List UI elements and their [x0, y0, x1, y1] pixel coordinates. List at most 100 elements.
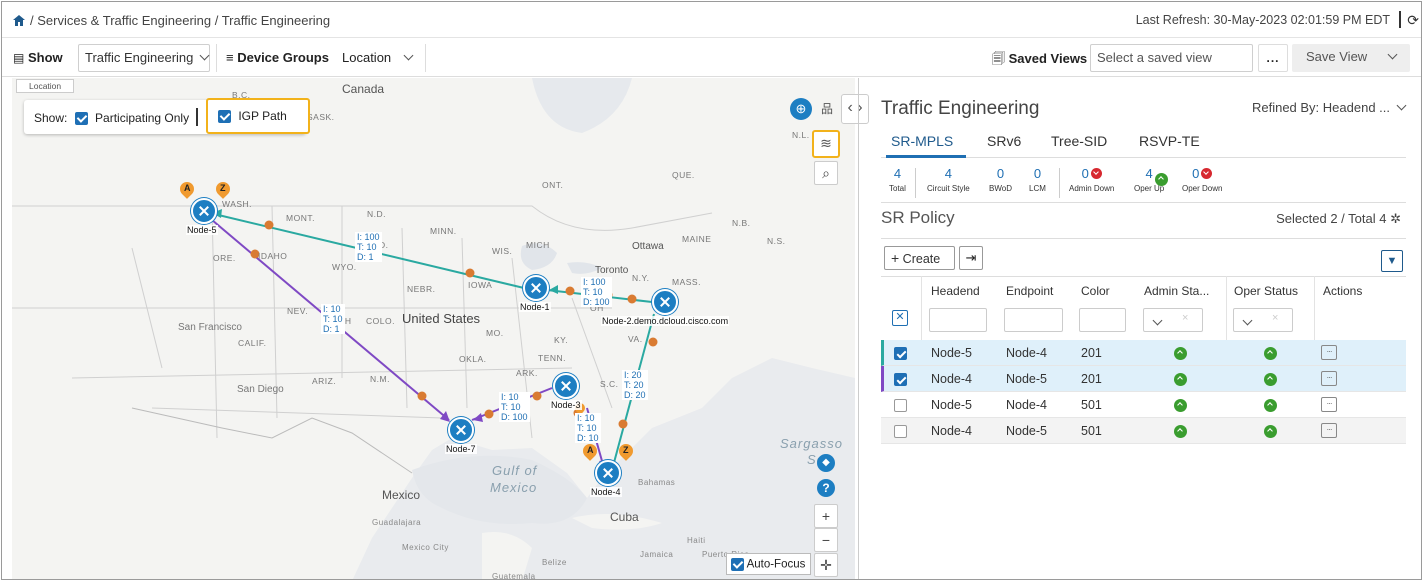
refresh-icon[interactable]: ⟳ — [1407, 12, 1419, 29]
link-metric: I: 100 T: 10 D: 100 — [581, 277, 612, 307]
search-icon[interactable]: ⌕ — [814, 161, 838, 185]
compass-icon[interactable]: ◆ — [817, 454, 835, 472]
clear-icon[interactable]: × — [1182, 312, 1188, 324]
column-header-color[interactable]: Color — [1081, 284, 1110, 298]
tab-sr-mpls[interactable]: SR-MPLS — [891, 133, 953, 149]
row-actions-button[interactable]: ··· — [1321, 397, 1337, 412]
map-layer-label[interactable]: Location — [16, 79, 75, 93]
map-label: NEBR. — [407, 284, 436, 294]
show-select[interactable]: Traffic Engineering — [78, 44, 210, 72]
router-node[interactable] — [448, 417, 474, 443]
link-marker — [648, 337, 658, 347]
globe-icon[interactable]: ⊕ — [790, 98, 812, 120]
column-header-oper-status[interactable]: Oper Status — [1234, 284, 1298, 298]
row-checkbox[interactable] — [894, 399, 907, 412]
stat-lcm[interactable]: 0 LCM — [1029, 166, 1046, 193]
column-divider — [921, 276, 922, 340]
create-button[interactable]: + Create — [884, 246, 955, 270]
export-button[interactable]: ⇥ — [959, 246, 983, 270]
node-label: Node-2.demo.dcloud.cisco.com — [601, 316, 730, 326]
router-node[interactable] — [553, 373, 579, 399]
link-marker — [532, 391, 542, 401]
row-checkbox[interactable] — [894, 373, 907, 386]
saved-view-select[interactable]: Select a saved view — [1090, 44, 1253, 72]
oper-status-filter-select[interactable]: × — [1233, 308, 1293, 332]
node-label: Node-4 — [590, 487, 622, 497]
device-groups-button[interactable]: ≡ Device Groups — [226, 50, 329, 65]
zoom-out-button[interactable]: − — [814, 528, 838, 552]
row-checkbox[interactable] — [894, 425, 907, 438]
igp-path-checkbox[interactable] — [218, 110, 231, 124]
select-all-icon[interactable]: ✕ — [892, 310, 908, 326]
row-actions-button[interactable]: ··· — [1321, 345, 1337, 360]
stat-value: 0 — [996, 166, 1005, 181]
help-icon[interactable]: ? — [817, 479, 835, 497]
save-view-button[interactable]: Save View — [1292, 44, 1410, 72]
admin-status-filter-select[interactable]: × — [1143, 308, 1203, 332]
location-value: Location — [342, 50, 392, 65]
breadcrumb: / Services & Traffic Engineering / Traff… — [30, 13, 331, 28]
stat-total[interactable]: 4 Total — [889, 166, 906, 193]
table-row[interactable]: Node-5 Node-4 501 ··· — [881, 392, 1406, 418]
oper-up-icon — [1264, 373, 1277, 386]
admin-up-icon — [1174, 425, 1187, 438]
zoom-in-button[interactable]: + — [814, 504, 838, 528]
arrow-up-icon — [1154, 173, 1168, 186]
divider — [196, 108, 198, 126]
home-icon[interactable] — [13, 15, 25, 26]
row-actions-button[interactable]: ··· — [1321, 371, 1337, 386]
color-filter-input[interactable] — [1079, 308, 1126, 332]
link-marker — [484, 409, 494, 419]
filter-button[interactable]: ▼ — [1381, 250, 1403, 272]
participating-only-checkbox[interactable] — [74, 112, 88, 126]
map-label: WASH. — [222, 199, 253, 209]
tab-srv6[interactable]: SRv6 — [987, 133, 1021, 149]
column-header-headend[interactable]: Headend — [931, 284, 980, 298]
clear-icon[interactable]: × — [1272, 312, 1278, 324]
more-options-button[interactable]: ... — [1258, 44, 1288, 72]
link-marker — [565, 286, 575, 296]
topology-map[interactable]: Canada B.C. SASK. ONT. QUE. N.L. MONT. N… — [12, 78, 855, 579]
stat-bwod[interactable]: 0 BWoD — [989, 166, 1012, 193]
map-label: N.L. — [792, 130, 810, 140]
auto-focus-toggle[interactable]: Auto-Focus — [726, 553, 811, 575]
table-row[interactable]: Node-5 Node-4 201 ··· — [881, 340, 1406, 366]
router-node[interactable] — [652, 289, 678, 315]
map-label: San Francisco — [178, 322, 242, 333]
tab-rsvp-te[interactable]: RSVP-TE — [1139, 133, 1200, 149]
admin-up-icon — [1174, 399, 1187, 412]
layers-icon[interactable]: ≋ — [812, 130, 840, 158]
details-panel: Traffic Engineering Refined By: Headend … — [858, 78, 1421, 579]
table-row[interactable]: Node-4 Node-5 501 ··· — [881, 418, 1406, 444]
recenter-icon[interactable]: ✛ — [814, 553, 838, 577]
map-label: WYO. — [332, 262, 357, 272]
cell-headend: Node-5 — [931, 398, 972, 412]
tab-tree-sid[interactable]: Tree-SID — [1051, 133, 1107, 149]
stat-oper-down[interactable]: 0 Oper Down — [1182, 166, 1222, 193]
oper-up-icon — [1264, 347, 1277, 360]
map-label: IDAHO — [258, 251, 288, 261]
table-row[interactable]: Node-4 Node-5 201 ··· — [881, 366, 1406, 392]
link-marker — [264, 220, 274, 230]
auto-focus-checkbox[interactable] — [731, 558, 744, 571]
router-node[interactable] — [595, 460, 621, 486]
row-checkbox[interactable] — [894, 347, 907, 360]
stat-circuit-style[interactable]: 4 Circuit Style — [927, 166, 970, 193]
topology-icon[interactable]: 品 — [816, 98, 838, 120]
stat-admin-down[interactable]: 0 Admin Down — [1069, 166, 1114, 193]
column-header-endpoint[interactable]: Endpoint — [1006, 284, 1053, 298]
divider — [425, 44, 426, 72]
refined-by-select[interactable]: Refined By: Headend ... — [1252, 100, 1407, 115]
row-actions-button[interactable]: ··· — [1321, 423, 1337, 438]
stat-label: LCM — [1029, 184, 1046, 193]
headend-filter-input[interactable] — [929, 308, 987, 332]
router-node[interactable] — [523, 275, 549, 301]
app-window: / Services & Traffic Engineering / Traff… — [1, 1, 1422, 580]
toolbar: ▤ Show Traffic Engineering ≡ Device Grou… — [2, 39, 1421, 77]
location-select[interactable]: Location — [342, 50, 414, 65]
gear-icon[interactable]: ✲ — [1390, 211, 1401, 226]
endpoint-filter-input[interactable] — [1004, 308, 1063, 332]
stat-oper-up[interactable]: 4 Oper Up — [1134, 166, 1168, 193]
column-header-admin-status[interactable]: Admin Sta... — [1144, 284, 1209, 298]
router-node[interactable] — [191, 198, 217, 224]
